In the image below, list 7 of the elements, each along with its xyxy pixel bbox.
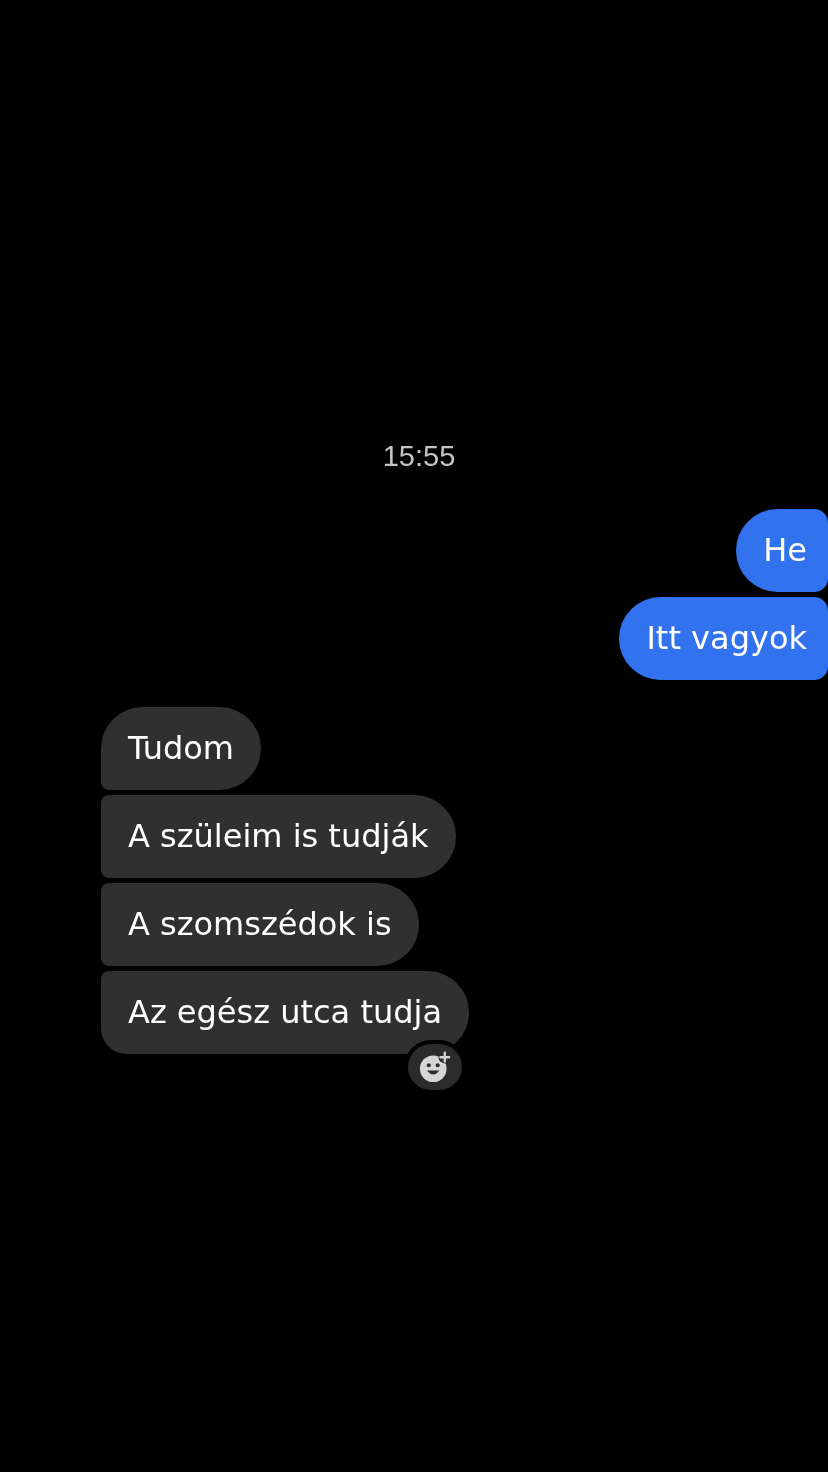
message-bubble: He bbox=[736, 509, 828, 592]
message-bubble: A szomszédok is bbox=[101, 883, 419, 966]
message-time: 15:55 bbox=[382, 439, 456, 473]
message-bubble: Itt vagyok bbox=[619, 597, 828, 680]
message-bubble: A szüleim is tudják bbox=[101, 795, 456, 878]
message-bubble: Tudom bbox=[101, 707, 262, 790]
smiley-plus-icon bbox=[419, 1051, 452, 1083]
